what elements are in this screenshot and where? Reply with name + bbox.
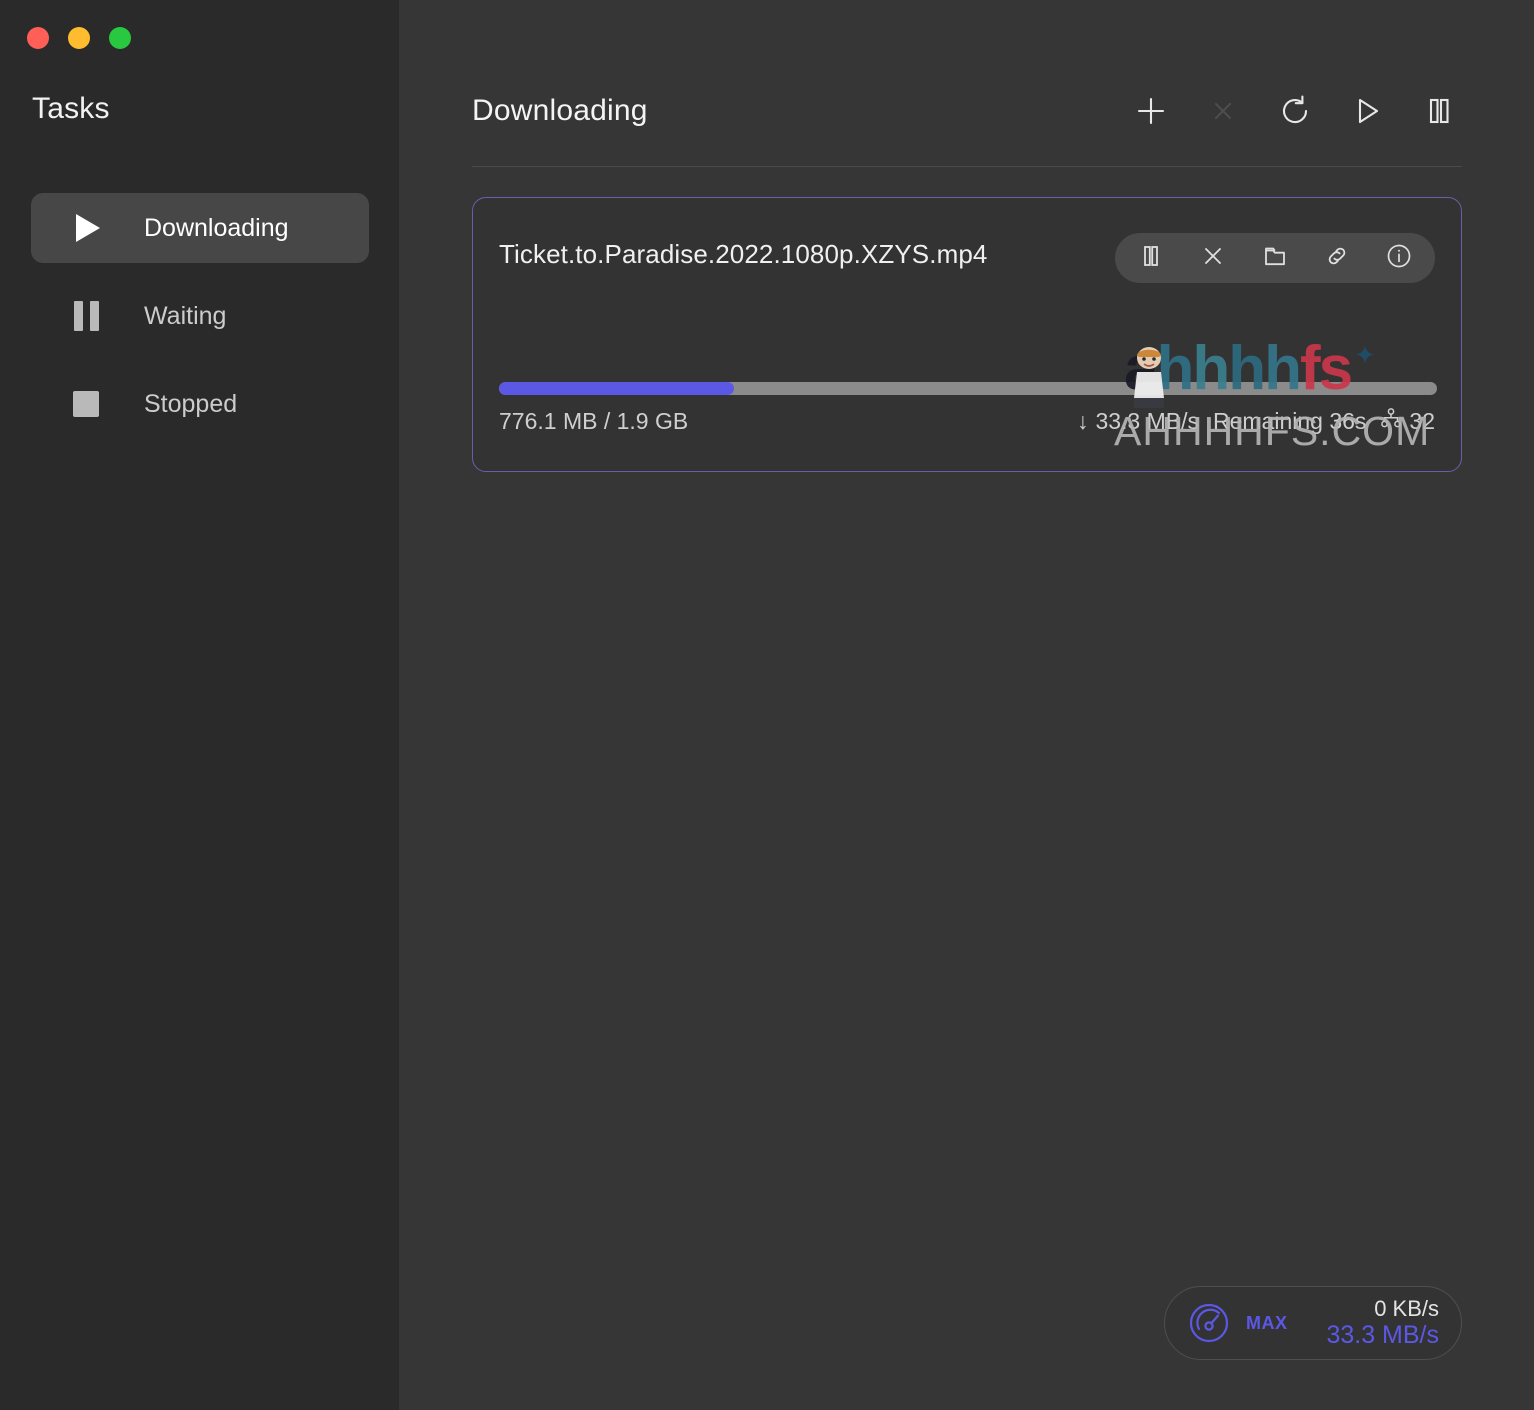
task-filename: Ticket.to.Paradise.2022.1080p.XZYS.mp4	[499, 228, 1019, 281]
task-speed-value: 33.3 MB/s	[1095, 408, 1199, 435]
sidebar-item-label: Waiting	[144, 302, 226, 331]
pause-all-button[interactable]	[1416, 88, 1462, 134]
peers-icon	[1380, 407, 1402, 435]
task-speed: ↓ 33.3 MB/s	[1077, 408, 1199, 435]
copy-link-button[interactable]	[1315, 236, 1359, 280]
task-size-text: 776.1 MB / 1.9 GB	[499, 408, 688, 435]
window-controls	[27, 27, 131, 49]
task-peers: 32	[1380, 407, 1435, 435]
cancel-task-button[interactable]	[1191, 236, 1235, 280]
refresh-button[interactable]	[1272, 88, 1318, 134]
refresh-icon	[1278, 94, 1312, 128]
gauge-icon	[1185, 1299, 1233, 1347]
sidebar-title: Tasks	[32, 92, 110, 126]
page-title: Downloading	[472, 94, 648, 128]
global-speed-widget[interactable]: MAX 0 KB/s 33.3 MB/s	[1164, 1286, 1462, 1360]
speed-max-label: MAX	[1246, 1313, 1288, 1334]
pause-icon	[1138, 243, 1164, 274]
info-icon	[1385, 242, 1413, 275]
stop-icon	[71, 389, 101, 419]
task-action-bar	[1115, 233, 1435, 283]
close-icon	[1209, 97, 1237, 125]
sidebar-nav: Downloading Waiting Stopped	[31, 193, 369, 457]
play-icon	[71, 213, 101, 243]
task-info-button[interactable]	[1377, 236, 1421, 280]
page-header: Downloading	[472, 88, 1462, 134]
play-icon	[1351, 95, 1383, 127]
progress-bar-track[interactable]	[499, 382, 1437, 395]
sidebar: Tasks Downloading Waiting Stopped	[0, 0, 399, 1410]
progress-bar-fill	[499, 382, 734, 395]
task-status-row: 776.1 MB / 1.9 GB ↓ 33.3 MB/s Remaining …	[499, 407, 1435, 435]
start-all-button[interactable]	[1344, 88, 1390, 134]
add-task-button[interactable]	[1128, 88, 1174, 134]
main-content: Downloading	[399, 0, 1534, 1410]
folder-icon	[1262, 243, 1288, 274]
download-arrow-icon: ↓	[1077, 408, 1089, 435]
app-window: Tasks Downloading Waiting Stopped	[0, 0, 1534, 1410]
close-icon	[1200, 243, 1226, 274]
link-icon	[1324, 243, 1350, 274]
sidebar-item-waiting[interactable]: Waiting	[31, 281, 369, 351]
plus-icon	[1133, 93, 1169, 129]
sidebar-item-stopped[interactable]: Stopped	[31, 369, 369, 439]
pause-icon	[71, 301, 101, 331]
sidebar-item-label: Downloading	[144, 214, 289, 243]
pause-task-button[interactable]	[1129, 236, 1173, 280]
open-folder-button[interactable]	[1253, 236, 1297, 280]
remove-task-button[interactable]	[1200, 88, 1246, 134]
upload-speed: 0 KB/s	[1326, 1296, 1439, 1321]
close-window-button[interactable]	[27, 27, 49, 49]
task-remaining-time: Remaining 36s	[1213, 408, 1366, 435]
task-peers-count: 32	[1409, 408, 1435, 435]
speed-values: 0 KB/s 33.3 MB/s	[1326, 1296, 1439, 1350]
header-toolbar	[1128, 88, 1462, 134]
header-divider	[472, 166, 1462, 167]
minimize-window-button[interactable]	[68, 27, 90, 49]
maximize-window-button[interactable]	[109, 27, 131, 49]
sidebar-item-label: Stopped	[144, 390, 237, 419]
pause-icon	[1423, 95, 1455, 127]
download-task-card[interactable]: Ticket.to.Paradise.2022.1080p.XZYS.mp4	[472, 197, 1462, 472]
download-speed: 33.3 MB/s	[1326, 1321, 1439, 1350]
sidebar-item-downloading[interactable]: Downloading	[31, 193, 369, 263]
